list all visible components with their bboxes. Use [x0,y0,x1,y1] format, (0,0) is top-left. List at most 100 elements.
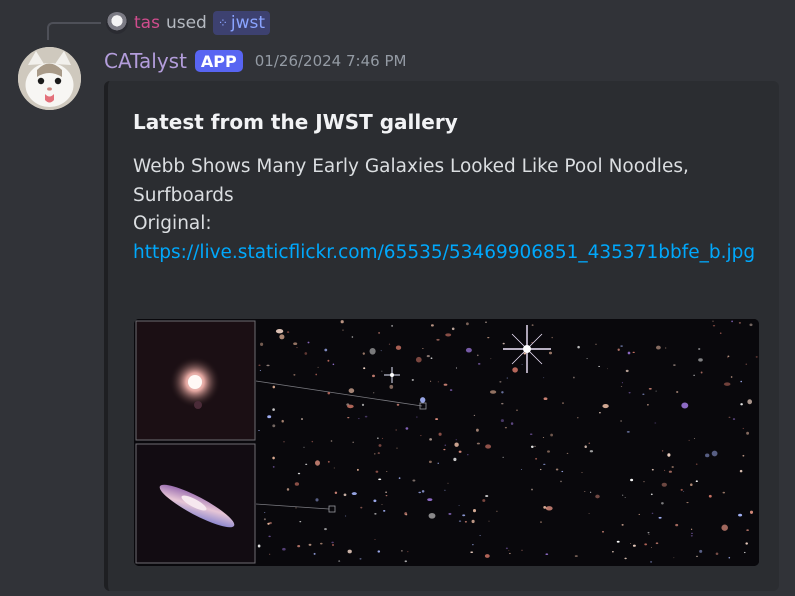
embed-title: Latest from the JWST gallery [133,110,458,134]
galaxy-dot [595,494,600,499]
galaxy-dot [383,510,386,512]
galaxy-dot [543,397,548,400]
galaxy-dot [351,492,357,496]
galaxy-dot [420,397,426,403]
galaxy-dot [356,468,359,471]
galaxy-dot [324,348,328,352]
galaxy-dot [680,488,683,491]
galaxy-dot [282,547,286,551]
galaxy-dot [396,403,400,406]
galaxy-dot [599,412,601,414]
galaxy-dot [746,529,749,531]
galaxy-dot [628,392,631,394]
galaxy-dot [259,370,262,371]
galaxy-dot [421,490,425,493]
galaxy-dot [667,453,671,457]
galaxy-dot [476,442,480,445]
galaxy-dot [561,470,564,473]
galaxy-dot [369,347,376,355]
galaxy-dot [489,390,497,394]
galaxy-dot [630,542,632,544]
galaxy-dot [359,558,362,560]
galaxy-dot [655,390,657,392]
user-avatar[interactable] [106,12,128,34]
galaxy-dot [531,342,533,344]
galaxy-dot [272,424,276,428]
galaxy-dot [545,553,549,556]
galaxy-dot [683,490,685,492]
galaxy-dot [739,469,743,473]
embed-image-link[interactable]: https://live.staticflickr.com/65535/5346… [133,242,755,263]
galaxy-dot [586,358,588,359]
galaxy-dot [449,389,453,391]
galaxy-dot [632,544,636,547]
galaxy-dot [712,325,716,327]
galaxy-dot [516,409,518,411]
galaxy-dot [690,528,693,530]
galaxy-dot [583,491,586,492]
galaxy-dot [644,543,648,546]
galaxy-dot [373,392,375,394]
reply-spine [47,22,101,40]
galaxy-dot [430,357,433,359]
galaxy-dot [727,355,730,358]
galaxy-dot [693,437,696,439]
galaxy-dot [407,551,409,553]
galaxy-dot [385,491,388,493]
galaxy-dot [297,544,301,548]
bot-avatar[interactable] [18,47,81,110]
galaxy-dot [388,343,391,345]
galaxy-dot [267,415,272,419]
galaxy-dot [598,365,600,367]
galaxy-dot [470,551,474,554]
galaxy-dot [444,444,447,446]
galaxy-dot [693,374,695,376]
galaxy-dot [676,391,679,393]
embed-image[interactable] [134,319,759,566]
galaxy-dot [688,439,690,441]
galaxy-dot [523,352,527,355]
command-user-name[interactable]: tas [134,13,160,33]
galaxy-dot [661,482,667,487]
galaxy-dot [447,482,449,484]
galaxy-dot [464,520,467,523]
galaxy-dot [622,494,624,496]
galaxy-dot [699,549,703,553]
galaxy-dot [732,418,736,420]
galaxy-dot [401,550,403,552]
galaxy-dot [286,331,290,334]
galaxy-dot [418,491,422,494]
message-timestamp: 01/26/2024 7:46 PM [254,52,407,70]
galaxy-dot [308,543,312,546]
galaxy-dot [548,351,553,355]
galaxy-dot [686,502,689,504]
galaxy-dot [642,393,645,395]
galaxy-dot [671,466,674,468]
galaxy-dot [395,345,402,350]
galaxy-dot [630,478,634,482]
galaxy-dot [738,513,743,517]
rich-embed: Latest from the JWST gallery Webb Shows … [104,81,779,591]
galaxy-dot [420,435,422,437]
galaxy-dot [749,510,754,514]
galaxy-dot [347,417,350,419]
galaxy-dot [530,488,534,491]
galaxy-dot [744,551,746,554]
galaxy-dot [521,549,523,551]
galaxy-dot [643,481,645,483]
galaxy-dot [347,549,352,554]
galaxy-dot [454,442,459,447]
galaxy-dot [448,512,452,515]
slash-command-pill[interactable]: ⁘ jwst [212,11,271,35]
galaxy-dot [595,343,597,345]
galaxy-dot [612,551,614,553]
galaxy-dot [342,329,344,331]
author-name[interactable]: CATalyst [104,49,187,73]
galaxy-dot [351,336,354,338]
galaxy-dot [731,320,733,323]
galaxy-dot [293,374,296,376]
galaxy-dot [638,513,640,515]
galaxy-dot [621,382,623,384]
galaxy-dot [695,480,698,482]
galaxy-dot [602,530,604,533]
